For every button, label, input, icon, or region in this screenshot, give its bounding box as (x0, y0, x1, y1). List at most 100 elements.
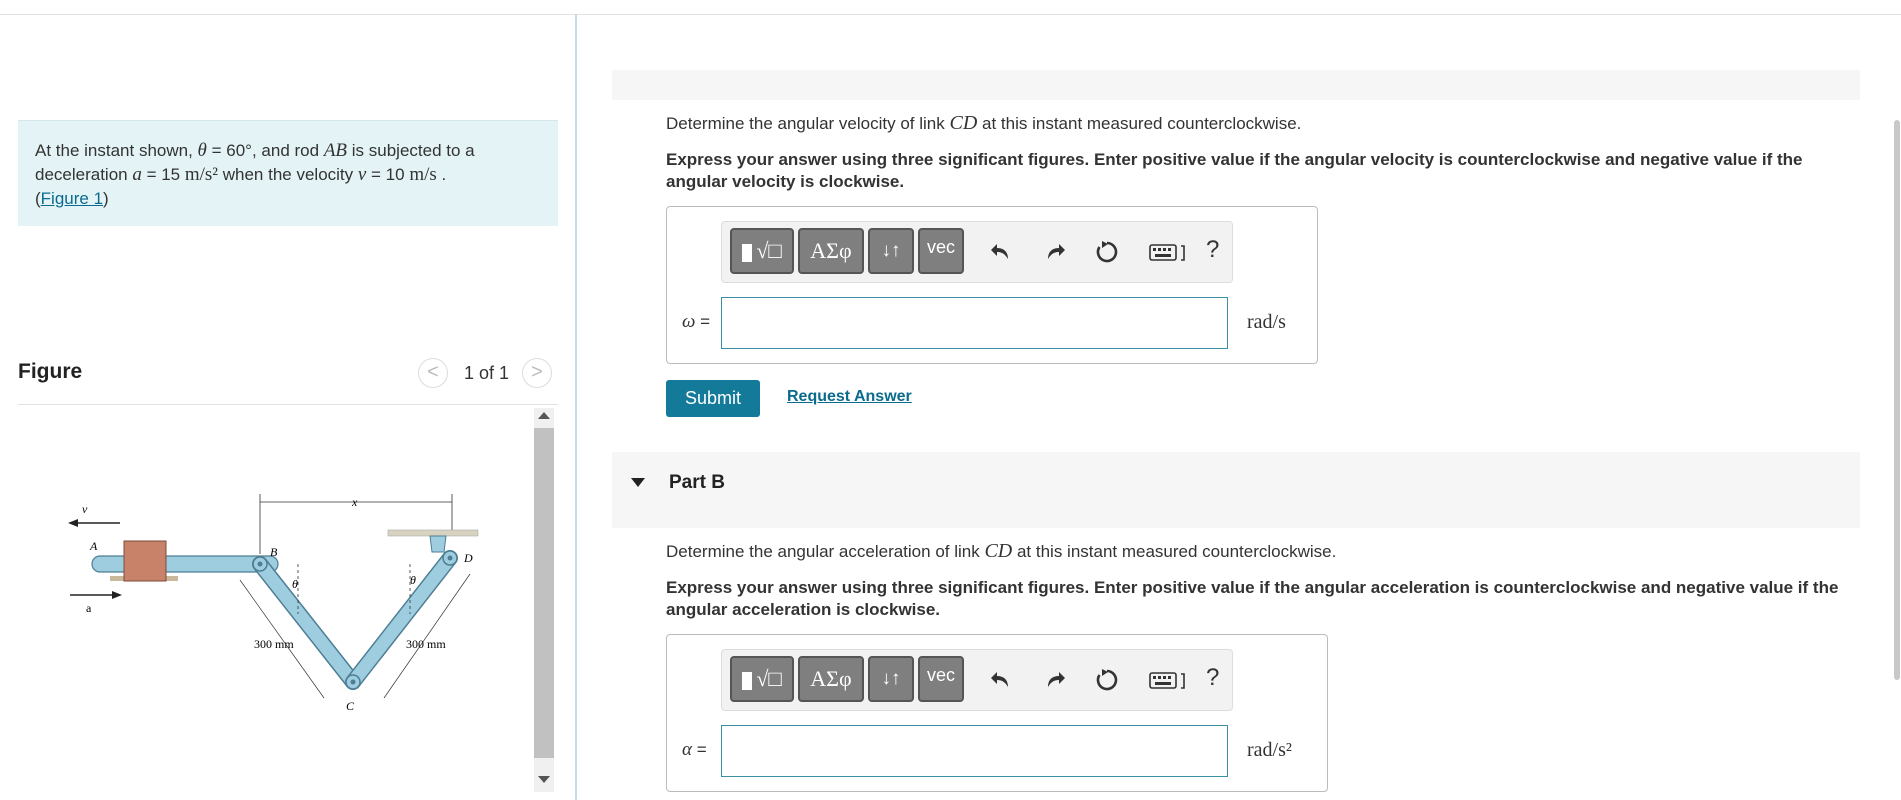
templates-icon (742, 671, 753, 690)
label-theta-1: θ (292, 577, 298, 591)
question-var: CD (984, 540, 1013, 562)
reset-icon[interactable] (1094, 239, 1120, 265)
label-theta-2: θ (410, 573, 416, 587)
help-icon[interactable]: ? (1206, 664, 1219, 692)
alpha-input[interactable] (721, 725, 1228, 777)
figure-header: Figure < 1 of 1 > (18, 358, 558, 405)
label-B: B (270, 545, 278, 559)
part-b-instructions: Express your answer using three signific… (666, 578, 1839, 619)
velocity-value: = 10 (366, 165, 410, 184)
problem-statement: At the instant shown, θ = 60°, and rod A… (18, 120, 558, 226)
help-icon[interactable]: ? (1206, 236, 1219, 264)
equals-sign: = (695, 312, 711, 331)
question-text: Determine the angular acceleration of li… (666, 542, 985, 561)
label-length-bc: 300 mm (254, 637, 294, 651)
rod-ab (91, 555, 279, 573)
link-bc-fill (253, 557, 360, 689)
pin-d-center (447, 555, 453, 561)
column-divider (575, 14, 577, 800)
undo-icon[interactable] (988, 667, 1014, 693)
problem-text: , and rod (251, 141, 324, 160)
part-a-instructions: Express your answer using three signific… (666, 150, 1803, 191)
pin-bracket (429, 535, 447, 553)
figure-next-button[interactable]: > (522, 358, 552, 388)
reset-icon[interactable] (1094, 667, 1120, 693)
label-x: x (351, 495, 358, 509)
alpha-label: α = (682, 739, 707, 761)
figure-counter: 1 of 1 (464, 363, 510, 383)
figure-panel: v a A x B C D θ θ 300 mm 300 mm (18, 404, 558, 800)
redo-icon[interactable] (1042, 667, 1068, 693)
request-answer-link[interactable]: Request Answer (787, 388, 912, 406)
label-C: C (346, 699, 355, 713)
alpha-symbol: α (682, 739, 692, 760)
accel-value: = 15 (141, 165, 185, 184)
paren-close: ) (103, 189, 109, 208)
accel-symbol: a (132, 164, 142, 185)
question-var: CD (949, 112, 978, 134)
omega-unit: rad/s (1247, 311, 1286, 333)
question-text: at this instant measured counterclockwis… (977, 114, 1302, 133)
question-text: at this instant measured counterclockwis… (1012, 542, 1337, 561)
theta-symbol: θ (197, 140, 207, 161)
part-a-answer-box: √□ ΑΣφ ↓↑ vec ? ω = rad/s (666, 206, 1318, 364)
accel-arrowhead (112, 591, 122, 599)
part-b-title[interactable]: Part B (669, 472, 725, 494)
scroll-down-arrow-icon[interactable] (538, 776, 550, 783)
question-text: Determine the angular velocity of link (666, 114, 950, 133)
chevron-left-icon: < (427, 361, 439, 383)
velocity-unit: m/s (409, 164, 437, 185)
undo-icon[interactable] (988, 239, 1014, 265)
templates-label: √□ (756, 666, 782, 691)
label-D: D (463, 551, 473, 565)
accel-unit: m/s² (184, 164, 219, 185)
figure-prev-button[interactable]: < (418, 358, 448, 388)
equals-sign: = (691, 740, 707, 759)
part-a-question: Determine the angular velocity of link C… (666, 112, 1301, 135)
top-border (0, 14, 1901, 15)
pin-c-center (350, 679, 356, 685)
problem-text: At the instant shown, (35, 141, 198, 160)
math-toolbar: √□ ΑΣφ ↓↑ vec ? (721, 649, 1233, 711)
templates-label: √□ (756, 238, 782, 263)
templates-button[interactable]: √□ (730, 228, 794, 274)
part-a-header (612, 70, 1860, 100)
subscript-arrows-button[interactable]: ↓↑ (868, 228, 914, 274)
omega-input[interactable] (721, 297, 1228, 349)
velocity-arrowhead (68, 519, 78, 527)
link-cd-fill (346, 551, 457, 689)
problem-text: . (436, 165, 447, 184)
scroll-up-arrow-icon[interactable] (538, 412, 550, 419)
figure-link[interactable]: Figure 1 (41, 189, 103, 208)
page-scrollbar[interactable] (1894, 120, 1900, 680)
pin-b-center (257, 561, 263, 567)
label-v: v (82, 502, 88, 516)
figure-title: Figure (18, 360, 83, 383)
templates-icon (742, 243, 753, 262)
problem-text: when the velocity (218, 165, 358, 184)
vec-button[interactable]: vec (918, 656, 964, 702)
templates-button[interactable]: √□ (730, 656, 794, 702)
subscript-arrows-button[interactable]: ↓↑ (868, 656, 914, 702)
label-length-cd: 300 mm (406, 637, 446, 651)
mechanism-diagram: v a A x B C D θ θ 300 mm 300 mm (68, 494, 479, 713)
keyboard-icon[interactable] (1148, 239, 1188, 265)
chevron-right-icon: > (531, 361, 543, 383)
alpha-unit: rad/s² (1247, 739, 1292, 761)
caret-down-icon[interactable] (631, 478, 645, 487)
vec-button[interactable]: vec (918, 228, 964, 274)
label-A: A (89, 539, 98, 553)
omega-symbol: ω (682, 311, 696, 332)
redo-icon[interactable] (1042, 239, 1068, 265)
sliding-block (123, 540, 167, 582)
omega-label: ω = (682, 311, 710, 333)
part-b-header[interactable] (612, 452, 1860, 528)
rod-label: AB (323, 140, 348, 161)
theta-value: = 60° (206, 141, 252, 160)
figure-scroll-thumb[interactable] (534, 428, 554, 758)
greek-button[interactable]: ΑΣφ (798, 228, 864, 274)
greek-button[interactable]: ΑΣφ (798, 656, 864, 702)
submit-button[interactable]: Submit (666, 380, 760, 417)
label-a: a (86, 601, 92, 615)
keyboard-icon[interactable] (1148, 667, 1188, 693)
